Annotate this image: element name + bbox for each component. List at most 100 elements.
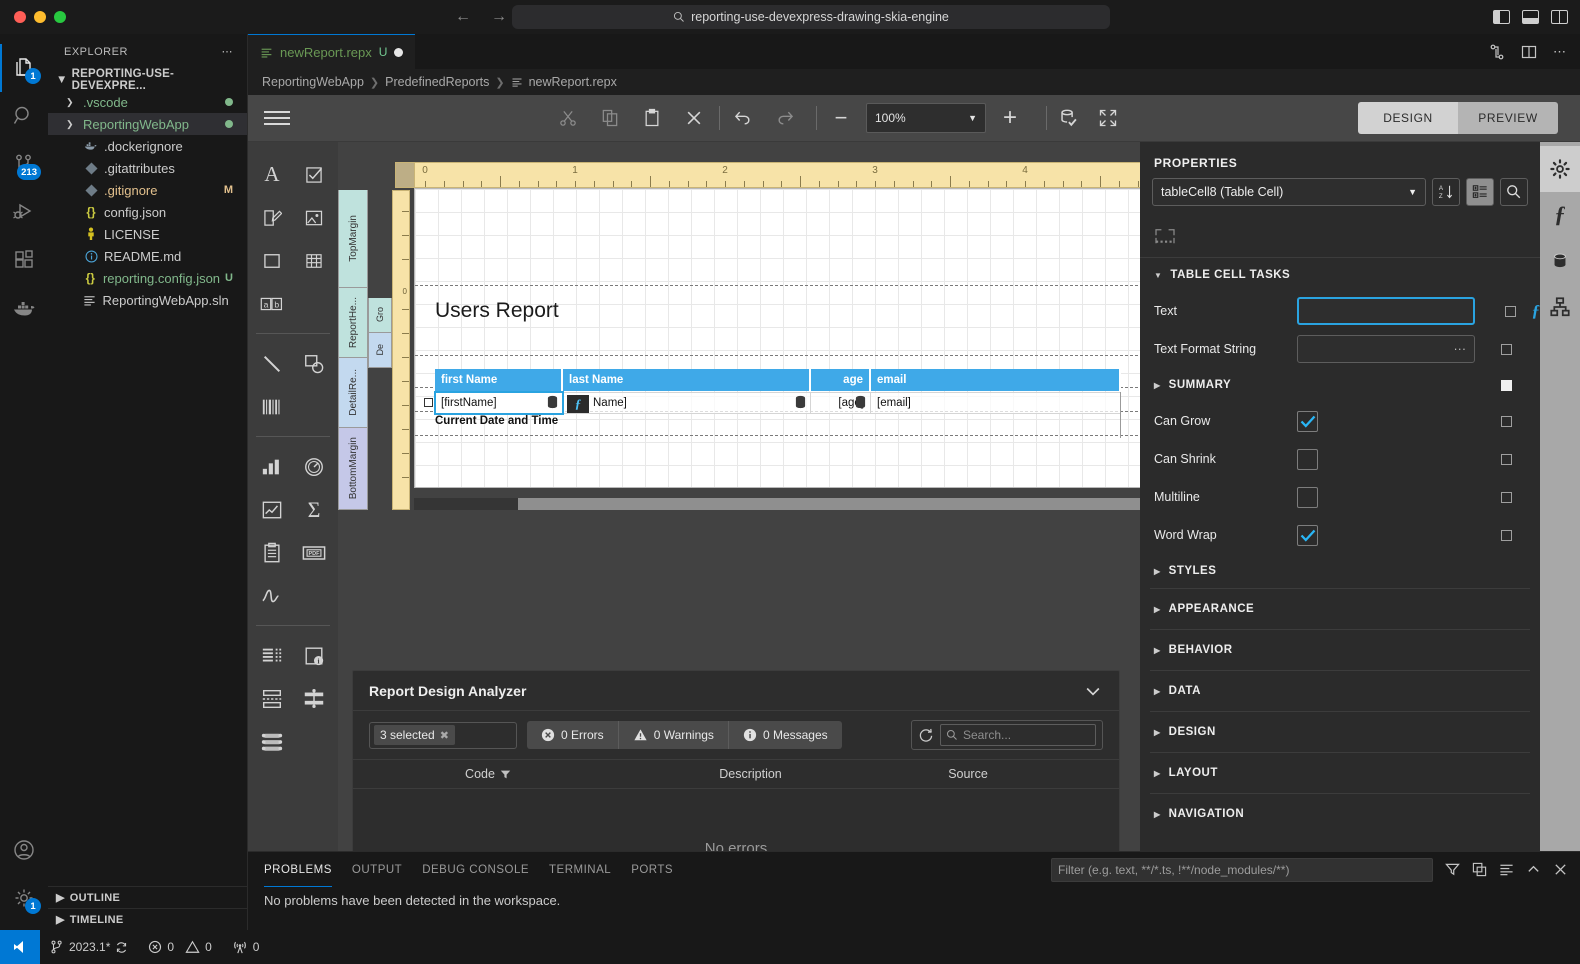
tree-item--gitattributes[interactable]: .gitattributes <box>48 157 247 179</box>
tree-item--vscode[interactable]: ❯ .vscode <box>48 91 247 113</box>
rail-properties[interactable] <box>1540 146 1580 192</box>
tab-design[interactable]: DESIGN <box>1358 102 1458 134</box>
analyzer-search-input[interactable]: Search... <box>940 724 1096 746</box>
rail-expressions[interactable]: ƒ <box>1540 192 1580 238</box>
back-arrow-icon[interactable]: ← <box>455 8 471 26</box>
column-code[interactable]: Code <box>353 767 623 781</box>
filter-errors[interactable]: 0 Errors <box>527 721 619 749</box>
rail-field-list[interactable] <box>1540 238 1580 284</box>
tree-item-reportingwebapp-sln[interactable]: ReportingWebApp.sln <box>48 289 247 311</box>
current-datetime-label[interactable]: Current Date and Time <box>435 415 558 427</box>
view-as-list-icon[interactable] <box>1499 862 1514 877</box>
close-window-button[interactable] <box>14 11 26 23</box>
panel-tab-problems[interactable]: PROBLEMS <box>264 852 332 887</box>
cell-select-handle[interactable] <box>424 398 433 407</box>
field-list-db-icon[interactable] <box>794 395 807 410</box>
toolbox-pivot-grid[interactable]: Σ <box>294 489 334 530</box>
workspace-root-row[interactable]: ▼ REPORTING-USE-DEVEXPRE... <box>48 68 247 92</box>
panel-tab-output[interactable]: OUTPUT <box>352 852 402 887</box>
word-wrap-marker[interactable] <box>1501 529 1512 541</box>
tab-newreport-repx[interactable]: newReport.repx U <box>248 34 416 69</box>
activity-run-debug[interactable] <box>0 188 48 236</box>
tree-item--gitignore[interactable]: .gitignore M <box>48 179 247 201</box>
split-editor-icon[interactable] <box>1521 44 1537 60</box>
group-styles[interactable]: ▶ STYLES <box>1140 554 1540 588</box>
status-branch[interactable]: 2023.1* <box>40 930 138 964</box>
panel-tab-terminal[interactable]: TERMINAL <box>549 852 611 887</box>
refresh-icon[interactable] <box>918 727 934 743</box>
remote-window-button[interactable] <box>0 930 40 964</box>
selected-chip[interactable]: 3 selected ✖ <box>374 725 455 745</box>
group-data[interactable]: ▶ DATA <box>1140 671 1540 711</box>
toolbox-cross-tab[interactable] <box>252 532 292 573</box>
sidebar-item-timeline[interactable]: ▶ TIMELINE <box>48 908 247 930</box>
toolbox-rich-text[interactable] <box>252 197 292 238</box>
more-actions-icon[interactable]: ⋯ <box>222 45 234 58</box>
object-select[interactable]: tableCell8 (Table Cell) ▼ <box>1152 178 1426 206</box>
table-header-cell[interactable]: email <box>871 369 1121 391</box>
can-shrink-marker[interactable] <box>1501 453 1512 465</box>
toolbox-sparkline[interactable] <box>252 489 292 530</box>
text-format-string-input[interactable]: ··· <box>1297 335 1475 363</box>
table-header-cell[interactable]: age <box>811 369 871 391</box>
can-shrink-checkbox[interactable] <box>1297 448 1318 470</box>
more-actions-icon[interactable]: ⋯ <box>1553 44 1566 60</box>
group-navigation[interactable]: ▶ NAVIGATION <box>1140 794 1540 834</box>
multiline-checkbox[interactable] <box>1297 486 1318 508</box>
hamburger-menu-icon[interactable] <box>264 111 290 125</box>
cut-button[interactable] <box>548 101 588 135</box>
panel-tab-ports[interactable]: PORTS <box>631 852 673 887</box>
clear-icon[interactable]: ✖ <box>440 729 449 742</box>
group-behavior[interactable]: ▶ BEHAVIOR <box>1140 630 1540 670</box>
expressions-fx-icon[interactable]: ƒ <box>1532 301 1541 321</box>
activity-account[interactable] <box>0 826 48 874</box>
toolbox-sub-report[interactable] <box>252 635 292 676</box>
report-title-label[interactable]: Users Report <box>435 299 559 323</box>
toolbox-table-of-contents[interactable] <box>294 678 334 719</box>
tree-item-reportingwebapp[interactable]: ❯ ReportingWebApp <box>48 113 247 135</box>
sub-band-detail[interactable]: De <box>368 333 392 368</box>
zoom-out-button[interactable]: − <box>821 101 861 135</box>
url-input[interactable]: reporting-use-devexpress-drawing-skia-en… <box>512 5 1110 29</box>
tree-item--dockerignore[interactable]: .dockerignore <box>48 135 247 157</box>
filter-icon[interactable] <box>500 769 511 780</box>
breadcrumb-item-2[interactable]: newReport.repx <box>529 75 617 89</box>
status-ports[interactable]: 0 <box>222 930 270 964</box>
report-page[interactable]: Users Report first Name last Name age email… <box>414 188 1140 488</box>
toolbox-page-info[interactable]: i <box>294 635 334 676</box>
column-description[interactable]: Description <box>623 767 878 781</box>
band-topmargin[interactable]: TopMargin <box>338 190 368 288</box>
validate-bindings-button[interactable] <box>1048 101 1088 135</box>
text-input[interactable] <box>1297 297 1475 325</box>
table-header-cell[interactable]: last Name <box>563 369 811 391</box>
tree-item-readme-md[interactable]: README.md <box>48 245 247 267</box>
sub-band-groupheader[interactable]: Gro <box>368 298 392 333</box>
can-grow-checkbox[interactable] <box>1297 410 1318 432</box>
split-compare-icon[interactable] <box>1489 44 1505 60</box>
filter-icon[interactable] <box>1445 862 1460 877</box>
toggle-panel-icon[interactable] <box>1522 10 1539 24</box>
toolbox-character-comb[interactable]: ab <box>252 283 292 324</box>
problems-filter-input[interactable]: Filter (e.g. text, **/*.ts, !**/node_mod… <box>1051 857 1433 882</box>
sort-alpha-button[interactable]: AZ <box>1432 178 1460 206</box>
activity-settings[interactable]: 1 <box>0 874 48 922</box>
breadcrumb-item-1[interactable]: PredefinedReports <box>385 75 489 89</box>
activity-explorer[interactable]: 1 <box>0 44 48 92</box>
paste-button[interactable] <box>632 101 672 135</box>
zoom-select[interactable]: 100% ▼ <box>866 103 986 133</box>
table-detail-cell[interactable]: ƒ Name] <box>552 392 811 414</box>
column-source[interactable]: Source <box>878 767 1058 781</box>
toolbox-gauge[interactable] <box>294 446 334 487</box>
minimize-window-button[interactable] <box>34 11 46 23</box>
rail-report-explorer[interactable] <box>1540 284 1580 330</box>
multiline-marker[interactable] <box>1501 491 1512 503</box>
maximize-window-button[interactable] <box>54 11 66 23</box>
group-summary[interactable]: ▶ SUMMARY <box>1140 368 1540 402</box>
toggle-primary-sidebar-icon[interactable] <box>1493 10 1510 24</box>
band-reportheader[interactable]: ReportHe... <box>338 288 368 358</box>
toolbox-panel[interactable] <box>252 240 292 281</box>
delete-button[interactable] <box>674 101 714 135</box>
toolbox-shape[interactable] <box>294 343 334 384</box>
table-detail-cell[interactable]: [age] <box>811 392 871 414</box>
expressions-fx-icon[interactable]: ƒ <box>567 395 589 413</box>
